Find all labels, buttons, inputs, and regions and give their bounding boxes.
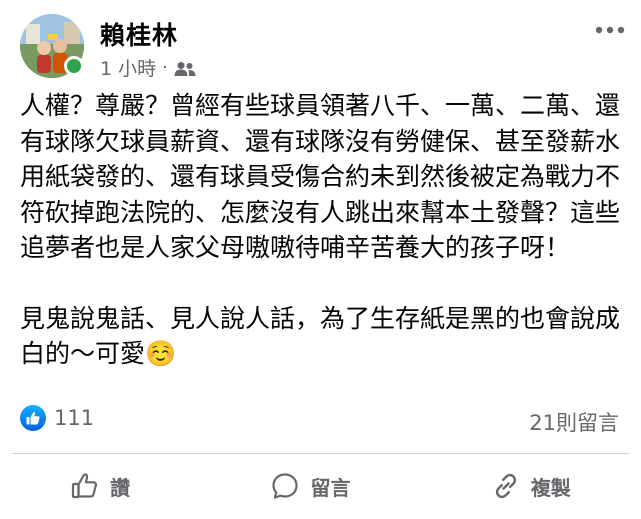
- comment-count-link[interactable]: 21則留言: [529, 407, 619, 437]
- comment-button-label: 留言: [310, 475, 351, 500]
- author-name[interactable]: 賴桂林: [100, 16, 178, 52]
- avatar[interactable]: [20, 14, 84, 78]
- comment-button[interactable]: 留言: [256, 465, 364, 507]
- thumbs-up-icon: [70, 471, 100, 501]
- action-bar: 讚 留言 複製: [0, 458, 641, 514]
- like-reaction-icon: [20, 405, 46, 431]
- copy-button[interactable]: 複製: [477, 465, 585, 507]
- like-count: 111: [54, 406, 95, 430]
- post-content: 人權？尊嚴？曾經有些球員領著八千、一萬、二萬、還有球隊欠球員薪資、還有球隊沒有勞…: [20, 88, 632, 372]
- post-paragraph-1: 人權？尊嚴？曾經有些球員領著八千、一萬、二萬、還有球隊欠球員薪資、還有球隊沒有勞…: [20, 91, 621, 262]
- link-icon: [491, 471, 521, 501]
- divider: [12, 453, 629, 454]
- post-paragraph-2: 見鬼說鬼話、見人說人話，為了生存紙是黑的也會說成白的～可愛☺️: [20, 303, 621, 369]
- comment-bubble-icon: [270, 471, 300, 501]
- post-meta: 1 小時 ·: [100, 54, 196, 81]
- like-button[interactable]: 讚: [56, 465, 144, 507]
- post-time[interactable]: 1 小時: [100, 54, 156, 81]
- post-card: 賴桂林 1 小時 · 人權？尊嚴？曾經有些球員領著八千、一萬、二萬、還有球隊欠球…: [0, 0, 641, 519]
- reaction-summary[interactable]: 111: [20, 405, 94, 431]
- copy-button-label: 複製: [530, 475, 571, 500]
- more-options-button[interactable]: [593, 18, 627, 42]
- like-button-label: 讚: [110, 475, 131, 500]
- online-status-dot: [64, 56, 84, 76]
- friends-icon[interactable]: [174, 60, 196, 76]
- meta-separator: ·: [162, 57, 168, 78]
- more-dots-icon: [595, 26, 625, 34]
